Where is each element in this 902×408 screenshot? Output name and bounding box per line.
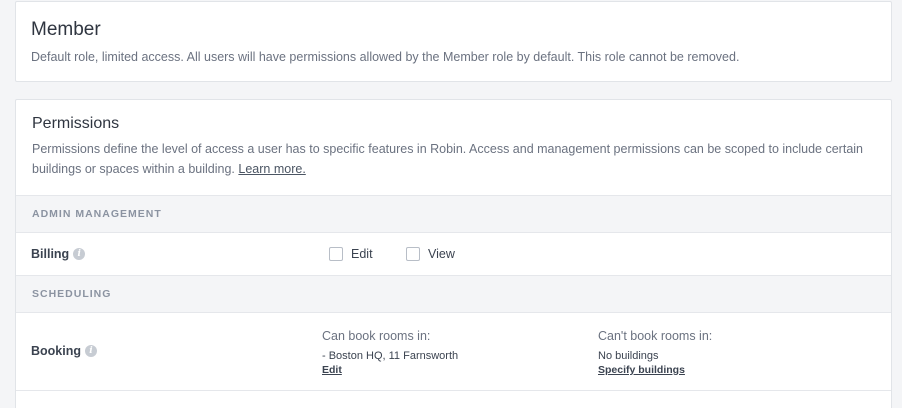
checkbox-box[interactable] <box>406 247 420 261</box>
cannot-book-title: Can't book rooms in: <box>598 329 713 343</box>
cannot-book-column: Can't book rooms in: No buildings Specif… <box>598 329 712 376</box>
info-icon[interactable]: i <box>85 345 97 357</box>
permissions-description: Permissions define the level of access a… <box>32 139 882 179</box>
billing-edit-checkbox[interactable]: Edit <box>329 247 373 261</box>
section-header-admin-management: ADMIN MANAGEMENT <box>16 195 891 233</box>
learn-more-link[interactable]: Learn more. <box>238 162 305 176</box>
section-header-label: SCHEDULING <box>32 288 112 300</box>
role-description: Default role, limited access. All users … <box>31 50 740 64</box>
member-role-card: Member Default role, limited access. All… <box>15 1 892 82</box>
permission-row-booking: Booking i Can book rooms in: - Boston HQ… <box>16 313 891 391</box>
section-header-scheduling: SCHEDULING <box>16 275 891 313</box>
permissions-title: Permissions <box>32 115 120 132</box>
billing-label: Billing i <box>31 247 86 261</box>
role-title: Member <box>31 19 101 40</box>
section-header-label: ADMIN MANAGEMENT <box>32 208 162 220</box>
specify-buildings-link[interactable]: Specify buildings <box>598 364 685 376</box>
info-icon[interactable]: i <box>73 248 86 260</box>
permissions-card: Permissions Permissions define the level… <box>15 99 892 408</box>
checkbox-box[interactable] <box>329 247 343 261</box>
can-book-column: Can book rooms in: - Boston HQ, 11 Farns… <box>322 329 458 376</box>
billing-view-checkbox[interactable]: View <box>406 247 455 261</box>
row-divider <box>16 390 891 391</box>
cannot-book-value: No buildings <box>598 350 659 362</box>
can-book-edit-link[interactable]: Edit <box>322 364 342 376</box>
permissions-description-text: Permissions define the level of access a… <box>32 142 863 176</box>
checkbox-label: Edit <box>351 247 373 261</box>
permission-row-billing: Billing i Edit View <box>16 233 891 276</box>
billing-label-text: Billing <box>31 247 70 261</box>
checkbox-label: View <box>428 247 455 261</box>
can-book-value: - Boston HQ, 11 Farnsworth <box>322 350 459 362</box>
booking-label-text: Booking <box>31 344 81 358</box>
booking-label: Booking i <box>31 344 97 358</box>
can-book-title: Can book rooms in: <box>322 329 431 343</box>
